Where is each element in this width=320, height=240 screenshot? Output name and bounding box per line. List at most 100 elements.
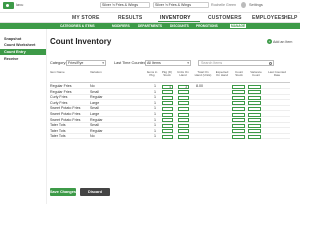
subnav-manage[interactable]: MANAGE [230,23,247,28]
table-row: Sweet Potato Fries Small 1 [50,106,290,112]
input-units-on-hand[interactable] [178,101,189,106]
input-units-on-hand[interactable]: 3 [178,84,189,89]
col-header-count-stock[interactable]: Count Stock [232,70,246,78]
cell-items-in-pkg: 1 [154,128,156,133]
input-units-on-hand[interactable] [178,129,189,134]
input-variance-count[interactable] [248,101,261,106]
cell-variation: Regular [90,95,103,100]
col-header-units-on-hand[interactable]: Units On Hand [176,70,190,78]
nav-results[interactable]: RESULTS [118,15,142,21]
input-pkg-stock[interactable] [162,95,173,100]
input-count-stock[interactable] [232,118,245,123]
input-units-on-hand[interactable] [178,95,189,100]
avatar[interactable] [241,2,246,8]
cell-variation: Regular [90,117,103,122]
table-row: Tater Tots Small 1 [50,123,290,129]
search-input[interactable]: Search Items [198,60,274,66]
input-count-stock[interactable] [232,101,245,106]
input-pkg-stock[interactable] [162,134,173,139]
col-header-last-counted[interactable]: Last Counted Date [266,70,288,78]
input-count-stock[interactable] [232,90,245,95]
table-row: Curly Fries Regular 1 [50,95,290,101]
cell-variation: Large [90,100,100,105]
input-pkg-stock[interactable] [162,101,173,106]
input-variance-count[interactable] [248,90,261,95]
subnav-promotions[interactable]: PROMOTIONS [196,24,218,28]
input-variance-count[interactable] [248,95,261,100]
sidebar-item-count-worksheet[interactable]: Count Worksheet [0,42,46,48]
brand-text: lavu [16,2,24,7]
input-pkg-stock[interactable] [162,123,173,128]
input-pkg-stock[interactable]: 4 [162,84,173,89]
last-counted-select[interactable]: All Items [145,60,191,66]
add-item-label[interactable]: Add an Item [273,40,292,44]
input-count-stock[interactable] [232,123,245,128]
cell-item-name: Sweet Potato Fries [50,117,81,122]
subnav-modifiers[interactable]: MODIFIERS [112,24,130,28]
input-pkg-stock[interactable] [162,118,173,123]
nav-my-store[interactable]: MY STORE [72,15,100,21]
input-variance-count[interactable] [248,112,261,117]
input-count-stock[interactable] [232,84,245,89]
input-units-on-hand[interactable] [178,134,189,139]
subnav-discounts[interactable]: DISCOUNTS [170,24,189,28]
col-header-pkg-stock[interactable]: Pkg (D) Stock [160,70,174,78]
cell-items-in-pkg: 1 [154,84,156,88]
cell-item-name: Tater Tots [50,128,66,133]
sidebar-item-count-entry[interactable]: Count Entry [0,49,46,55]
col-header-total-on-hand[interactable]: Total On Hand (Units) [194,70,212,78]
input-count-stock[interactable] [232,134,245,139]
col-header-items-in-pkg[interactable]: Items in Pkg [146,70,158,78]
input-variance-count[interactable] [248,106,261,111]
input-variance-count[interactable] [248,129,261,134]
input-variance-count[interactable] [248,123,261,128]
cell-items-in-pkg: 1 [154,117,156,122]
input-pkg-stock[interactable] [162,106,173,111]
col-header-variation[interactable]: Variation [90,70,110,74]
input-pkg-stock[interactable] [162,129,173,134]
save-changes-button[interactable]: Save Changes [50,188,76,196]
user-name[interactable]: Rochelle Green [211,3,236,7]
cell-variation: Large [90,112,100,116]
sidebar-item-receive[interactable]: Receive [0,56,46,62]
add-item-button[interactable]: + [267,39,272,44]
input-pkg-stock[interactable] [162,90,173,95]
input-count-stock[interactable] [232,95,245,100]
col-header-item-name[interactable]: Item Name [50,70,80,74]
nav-employees[interactable]: EMPLOYEES [252,15,285,21]
input-units-on-hand[interactable] [178,106,189,111]
cell-item-name: Sweet Potato Fries [50,106,81,111]
nav-active-indicator [158,21,200,22]
input-units-on-hand[interactable] [178,123,189,128]
search-icon[interactable] [269,61,272,65]
settings-link[interactable]: Settings [249,3,263,7]
cell-items-in-pkg: 1 [154,112,156,116]
subnav-categories[interactable]: CATEGORIES & ITEMS [60,24,95,28]
location-select[interactable]: Silver 'n Fries & Wings [153,2,209,8]
input-units-on-hand[interactable] [178,118,189,123]
cell-total-on-hand: 8.00 [196,84,203,88]
cell-items-in-pkg: 1 [154,106,156,111]
input-pkg-stock[interactable] [162,112,173,117]
cell-items-in-pkg: 1 [154,89,156,94]
col-header-variance-count[interactable]: Variance Count [248,70,264,78]
input-variance-count[interactable] [248,134,261,139]
input-count-stock[interactable] [232,106,245,111]
input-count-stock[interactable] [232,129,245,134]
page-title: Count Inventory [50,37,112,46]
discard-changes-button[interactable]: Discard Changes [80,188,110,202]
cell-item-name: Regular Fries [50,84,72,88]
category-select[interactable]: Fries/Rye [66,60,106,66]
input-units-on-hand[interactable] [178,112,189,117]
input-variance-count[interactable] [248,118,261,123]
nav-help[interactable]: HELP [284,15,297,21]
nav-customers[interactable]: CUSTOMERS [208,15,242,21]
col-header-expected-on-hand[interactable]: Expected On Hand [214,70,230,78]
input-count-stock[interactable] [232,112,245,117]
table-row: Tater Tots No 1 [50,134,290,140]
subnav-departments[interactable]: DEPARTMENTS [138,24,162,28]
input-units-on-hand[interactable] [178,90,189,95]
store-select[interactable]: Silver 'n Fries & Wings [100,2,150,8]
input-variance-count[interactable] [248,84,261,89]
cell-item-name: Regular Fries [50,89,72,94]
